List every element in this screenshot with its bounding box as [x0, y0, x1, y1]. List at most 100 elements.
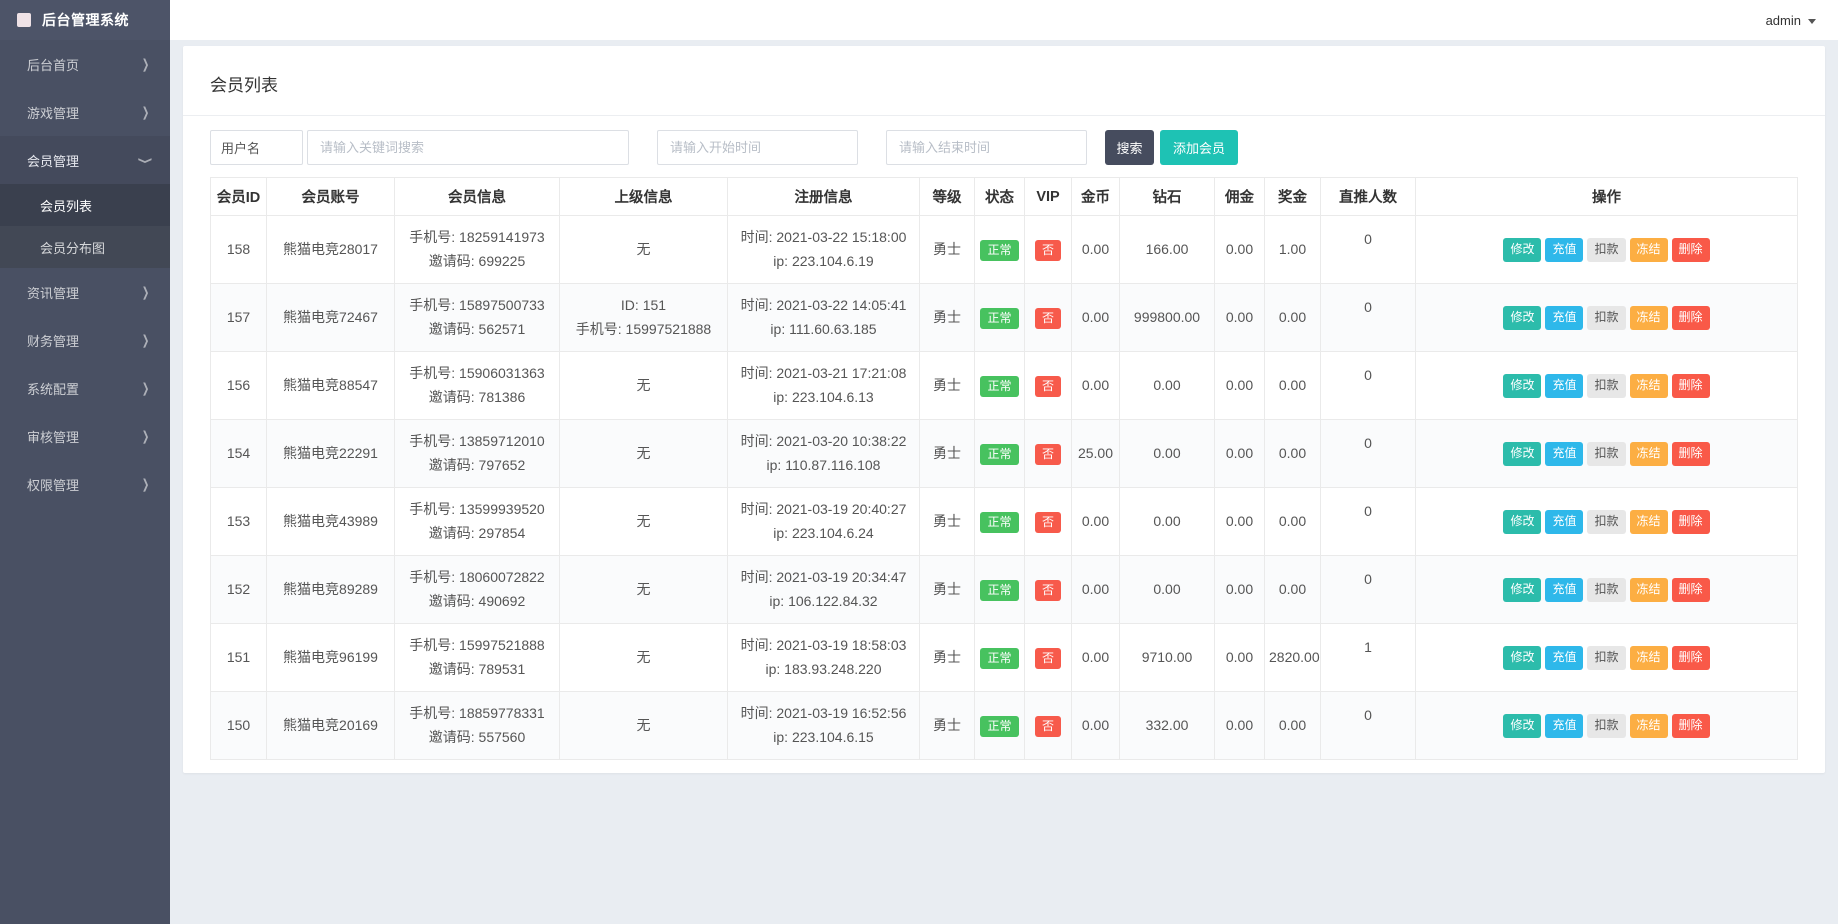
recharge-button[interactable]: 充值 [1545, 714, 1583, 738]
column-header: 会员信息 [395, 178, 560, 216]
status-badge: 正常 [980, 648, 1018, 670]
modify-button[interactable]: 修改 [1503, 442, 1541, 466]
modify-button[interactable]: 修改 [1503, 238, 1541, 262]
cell-member-info: 手机号: 15906031363邀请码: 781386 [395, 352, 560, 420]
deduct-button[interactable]: 扣款 [1587, 442, 1625, 466]
cell-bonus: 0.00 [1265, 556, 1321, 624]
delete-button[interactable]: 删除 [1672, 306, 1710, 330]
delete-button[interactable]: 删除 [1672, 578, 1710, 602]
cell-referrals: 0 [1321, 692, 1416, 760]
cell-line: ip: 223.104.6.15 [732, 726, 915, 749]
delete-button[interactable]: 删除 [1672, 510, 1710, 534]
sidebar-menu: 后台首页❯游戏管理❯会员管理❯会员列表会员分布图资讯管理❯财务管理❯系统配置❯审… [0, 40, 170, 924]
search-button[interactable]: 搜索 [1105, 130, 1154, 165]
delete-button[interactable]: 删除 [1672, 714, 1710, 738]
recharge-button[interactable]: 充值 [1545, 306, 1583, 330]
sidebar-item-权限管理[interactable]: 权限管理❯ [0, 460, 170, 508]
sidebar-item-系统配置[interactable]: 系统配置❯ [0, 364, 170, 412]
cell-member-info: 手机号: 18259141973邀请码: 699225 [395, 216, 560, 284]
freeze-button[interactable]: 冻结 [1630, 578, 1668, 602]
sidebar-item-资讯管理[interactable]: 资讯管理❯ [0, 268, 170, 316]
app-window: 后台管理系统 后台首页❯游戏管理❯会员管理❯会员列表会员分布图资讯管理❯财务管理… [0, 0, 1838, 924]
cell-register-info: 时间: 2021-03-19 20:34:47ip: 106.122.84.32 [728, 556, 920, 624]
cell-commission: 0.00 [1215, 352, 1265, 420]
recharge-button[interactable]: 充值 [1545, 238, 1583, 262]
sidebar-item-会员管理[interactable]: 会员管理❯ [0, 136, 170, 184]
freeze-button[interactable]: 冻结 [1630, 646, 1668, 670]
cell-member-id: 157 [211, 284, 267, 352]
freeze-button[interactable]: 冻结 [1630, 306, 1668, 330]
freeze-button[interactable]: 冻结 [1630, 238, 1668, 262]
table-row: 154熊猫电竞22291手机号: 13859712010邀请码: 797652无… [211, 420, 1798, 488]
deduct-button[interactable]: 扣款 [1587, 714, 1625, 738]
column-header: 等级 [920, 178, 975, 216]
modify-button[interactable]: 修改 [1503, 306, 1541, 330]
deduct-button[interactable]: 扣款 [1587, 374, 1625, 398]
modify-button[interactable]: 修改 [1503, 510, 1541, 534]
cell-gold: 0.00 [1072, 488, 1120, 556]
vip-badge: 否 [1035, 444, 1061, 466]
cell-diamond: 999800.00 [1120, 284, 1215, 352]
sidebar-subitem-label: 会员列表 [40, 196, 92, 215]
search-field-select[interactable]: 用户名 [210, 130, 303, 165]
recharge-button[interactable]: 充值 [1545, 646, 1583, 670]
cell-referrals: 0 [1321, 352, 1416, 420]
end-time-input[interactable] [886, 130, 1087, 165]
recharge-button[interactable]: 充值 [1545, 510, 1583, 534]
delete-button[interactable]: 删除 [1672, 374, 1710, 398]
cell-level: 勇士 [920, 692, 975, 760]
sidebar-item-审核管理[interactable]: 审核管理❯ [0, 412, 170, 460]
sidebar-item-label: 系统配置 [27, 379, 79, 398]
modify-button[interactable]: 修改 [1503, 714, 1541, 738]
user-menu[interactable]: admin [1766, 13, 1816, 28]
vip-badge: 否 [1035, 648, 1061, 670]
sidebar-item-label: 资讯管理 [27, 283, 79, 302]
sidebar-subitem-会员分布图[interactable]: 会员分布图 [0, 226, 170, 268]
table-row: 157熊猫电竞72467手机号: 15897500733邀请码: 562571I… [211, 284, 1798, 352]
deduct-button[interactable]: 扣款 [1587, 306, 1625, 330]
deduct-button[interactable]: 扣款 [1587, 238, 1625, 262]
cell-actions: 修改充值扣款冻结删除 [1416, 624, 1798, 692]
modify-button[interactable]: 修改 [1503, 374, 1541, 398]
chevron-right-icon: ❯ [142, 476, 149, 492]
deduct-button[interactable]: 扣款 [1587, 578, 1625, 602]
vip-badge: 否 [1035, 308, 1061, 330]
cell-line: 手机号: 15997521888 [564, 318, 723, 341]
content-area: 会员列表 用户名 搜索 添加会员 [170, 40, 1838, 924]
delete-button[interactable]: 删除 [1672, 646, 1710, 670]
sidebar-item-财务管理[interactable]: 财务管理❯ [0, 316, 170, 364]
cell-line: 无 [564, 442, 723, 465]
freeze-button[interactable]: 冻结 [1630, 714, 1668, 738]
cell-line: 手机号: 13599939520 [399, 498, 555, 521]
recharge-button[interactable]: 充值 [1545, 442, 1583, 466]
recharge-button[interactable]: 充值 [1545, 578, 1583, 602]
cell-line: 时间: 2021-03-19 18:58:03 [732, 634, 915, 657]
keyword-input[interactable] [307, 130, 629, 165]
cell-line: 邀请码: 490692 [399, 590, 555, 613]
cell-bonus: 0.00 [1265, 420, 1321, 488]
sidebar-subitem-会员列表[interactable]: 会员列表 [0, 184, 170, 226]
recharge-button[interactable]: 充值 [1545, 374, 1583, 398]
deduct-button[interactable]: 扣款 [1587, 646, 1625, 670]
delete-button[interactable]: 删除 [1672, 442, 1710, 466]
status-badge: 正常 [980, 308, 1018, 330]
sidebar-item-游戏管理[interactable]: 游戏管理❯ [0, 88, 170, 136]
cell-register-info: 时间: 2021-03-22 15:18:00ip: 223.104.6.19 [728, 216, 920, 284]
modify-button[interactable]: 修改 [1503, 646, 1541, 670]
cell-vip: 否 [1025, 488, 1072, 556]
add-member-button[interactable]: 添加会员 [1160, 130, 1238, 165]
deduct-button[interactable]: 扣款 [1587, 510, 1625, 534]
delete-button[interactable]: 删除 [1672, 238, 1710, 262]
start-time-input[interactable] [657, 130, 858, 165]
table-row: 152熊猫电竞89289手机号: 18060072822邀请码: 490692无… [211, 556, 1798, 624]
sidebar-item-后台首页[interactable]: 后台首页❯ [0, 40, 170, 88]
cell-line: 无 [564, 238, 723, 261]
cell-member-info: 手机号: 13859712010邀请码: 797652 [395, 420, 560, 488]
freeze-button[interactable]: 冻结 [1630, 442, 1668, 466]
cell-actions: 修改充值扣款冻结删除 [1416, 216, 1798, 284]
chevron-down-icon [1808, 19, 1816, 24]
cell-line: 邀请码: 789531 [399, 658, 555, 681]
freeze-button[interactable]: 冻结 [1630, 510, 1668, 534]
freeze-button[interactable]: 冻结 [1630, 374, 1668, 398]
modify-button[interactable]: 修改 [1503, 578, 1541, 602]
